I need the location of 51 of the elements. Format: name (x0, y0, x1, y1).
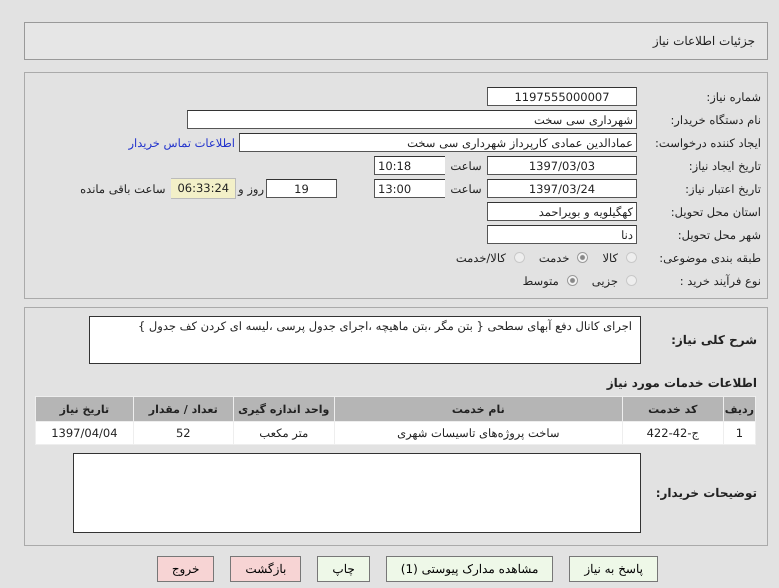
section-title: اطلاعات خدمات مورد نیاز (605, 376, 757, 390)
notes-label: توضیحات خریدار: (654, 486, 757, 500)
description-field: اجرای کانال دفع آبهای سطحی { بتن مگر ،بتن ماهیچه ،اجرای جدول پرسی ،لیسه ای کردن کف جدول } (89, 316, 641, 364)
table-cell: 52 (134, 422, 233, 444)
action-button[interactable]: خروج (156, 556, 214, 582)
radio-button[interactable] (566, 275, 578, 286)
time-field: 10:18 (374, 156, 445, 175)
action-button[interactable]: مشاهده مدارک پیوستی (1) (386, 556, 554, 582)
field-label: شهر محل تحویل: (676, 228, 762, 242)
field-label: تاریخ اعتبار نیاز: (684, 182, 762, 196)
table-cell: 1397/04/04 (36, 422, 133, 444)
table-cell: 1 (724, 422, 755, 444)
column-header: تعداد / مقدار (134, 397, 233, 421)
time-label: ساعت (449, 182, 483, 196)
column-header: کد خدمت (622, 397, 723, 421)
days-label: روز و (238, 182, 264, 196)
remaining-time: 06:33:24 (171, 178, 236, 199)
action-button[interactable]: پاسخ به نیاز (569, 556, 658, 582)
notes-field[interactable] (73, 453, 641, 533)
action-button[interactable]: چاپ (317, 556, 370, 582)
column-header: تاریخ نیاز (36, 397, 133, 421)
radio-button[interactable] (626, 275, 637, 286)
days-field: 19 (266, 179, 337, 198)
column-header: واحد اندازه گیری (234, 397, 334, 421)
time-field: 13:00 (374, 179, 445, 198)
remaining-label: ساعت باقی مانده (80, 182, 166, 196)
radio-label: جزیی (592, 274, 618, 288)
page-title: جزئیات اطلاعات نیاز (652, 34, 755, 48)
radio-label: خدمت (538, 250, 570, 264)
description-label: شرح کلی نیاز: (670, 333, 757, 347)
time-label: ساعت (449, 158, 483, 172)
column-header: نام خدمت (334, 397, 622, 421)
field-label: تاریخ ایجاد نیاز: (688, 158, 762, 172)
table-cell: ساخت پروژه‌های تاسیسات شهری (334, 422, 622, 444)
radio-button[interactable] (626, 252, 637, 263)
action-button[interactable]: بازگشت (230, 556, 302, 582)
field-label: استان محل تحویل: (670, 204, 762, 218)
radio-label: کالا/خدمت (456, 250, 506, 264)
field-label: شماره نیاز: (705, 90, 762, 104)
contact-link[interactable]: اطلاعات تماس خریدار (128, 136, 235, 150)
radio-button[interactable] (514, 252, 525, 263)
column-header: ردیف (724, 397, 755, 421)
table-cell: متر مکعب (234, 422, 334, 444)
radio-label: کالا (602, 250, 618, 264)
radio-label: متوسط (522, 274, 559, 288)
field-label: طبقه بندی موضوعی: (658, 250, 762, 264)
field-label: نوع فرآیند خرید : (678, 274, 762, 288)
table-cell: ج-42-422 (622, 422, 723, 444)
field-label: ایجاد کننده درخواست: (654, 136, 762, 150)
radio-button[interactable] (577, 252, 588, 263)
field-label: نام دستگاه خریدار: (669, 112, 762, 126)
